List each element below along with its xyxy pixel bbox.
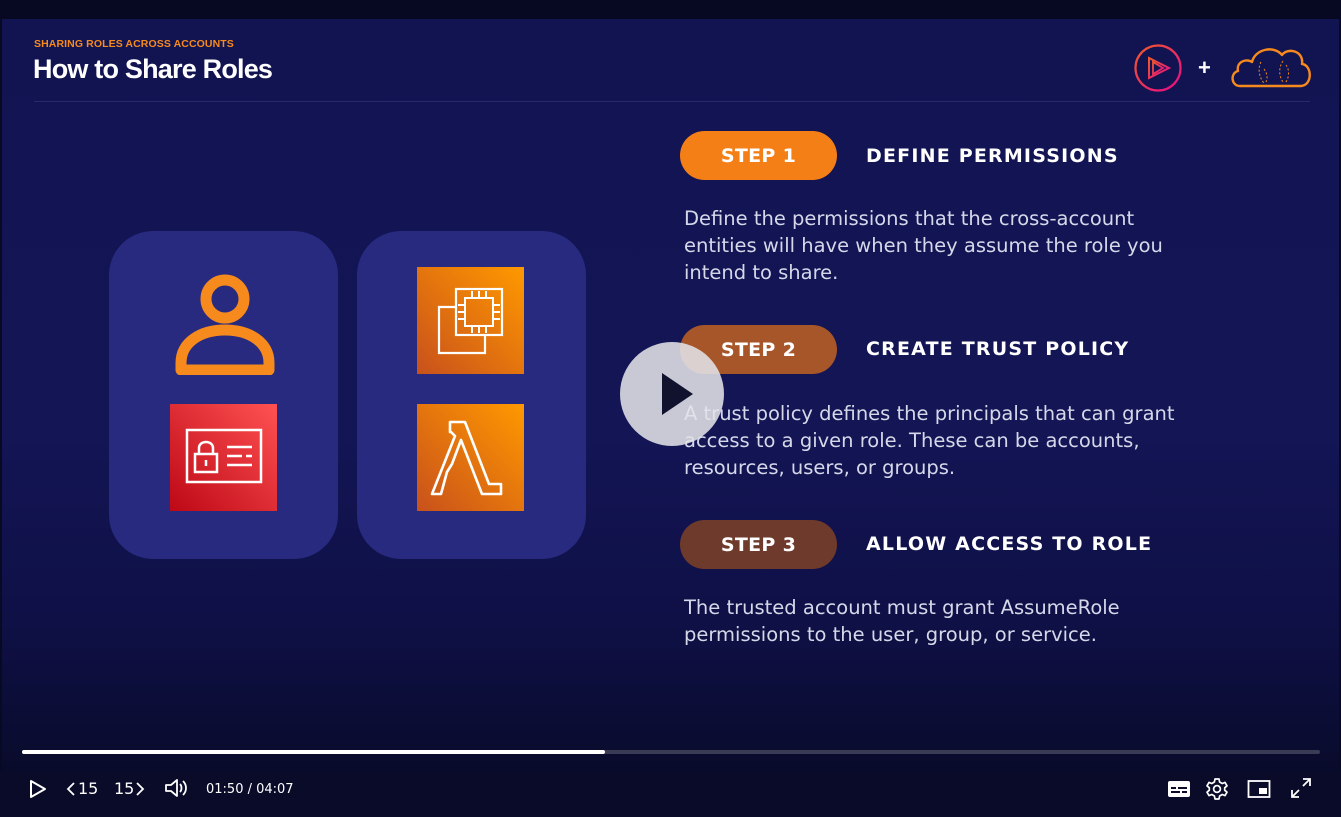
user-icon [171,267,279,379]
skip-forward-button[interactable]: 15 [114,778,148,800]
play-icon [30,780,46,798]
title-divider [34,101,1310,102]
step-1-pill: STEP 1 [680,131,837,180]
identity-card-panel [109,231,338,559]
ec2-chip-icon [417,267,525,379]
fullscreen-button[interactable] [1290,777,1312,803]
progress-fill [22,750,605,754]
pluralsight-logo-icon [1132,42,1184,98]
step-2-heading: CREATE TRUST POLICY [866,338,1130,360]
step-3-pill: STEP 3 [680,520,837,569]
captions-button[interactable] [1167,779,1191,803]
skip-forward-label: 15 [114,779,135,798]
captions-icon [1168,781,1190,797]
id-card-lock-icon [170,404,278,516]
cloud-logo-icon [1228,39,1314,95]
play-button[interactable] [28,779,48,803]
settings-button[interactable] [1205,777,1229,805]
big-play-button[interactable] [620,342,724,446]
step-1-heading: DEFINE PERMISSIONS [866,145,1119,167]
skip-back-label: 15 [78,779,99,798]
picture-in-picture-button[interactable] [1247,779,1271,803]
step-1-description: Define the permissions that the cross-ac… [684,207,1163,284]
logo-plus: + [1198,55,1211,80]
top-bar [0,0,1341,19]
progress-bar[interactable] [22,750,1320,754]
fullscreen-icon [1291,778,1311,798]
volume-icon [165,779,187,797]
step-3-description: The trusted account must grant AssumeRol… [684,596,1120,646]
picture-in-picture-icon [1247,780,1271,798]
step-3-heading: ALLOW ACCESS TO ROLE [866,533,1153,555]
slide-kicker: SHARING ROLES ACROSS ACCOUNTS [34,38,234,50]
slide-title: How to Share Roles [33,54,273,84]
time-display: 01:50 / 04:07 [206,782,294,797]
lambda-icon [417,404,525,516]
control-bar: 15 15 01:50 / 04:07 [0,771,1341,817]
settings-icon [1206,778,1228,800]
video-frame[interactable]: SHARING ROLES ACROSS ACCOUNTS How to Sha… [2,19,1339,771]
compute-card-panel [357,231,586,559]
step-2-description: A trust policy defines the principals th… [684,402,1175,479]
skip-forward-icon [136,782,145,796]
play-icon [662,373,693,415]
volume-button[interactable] [164,777,190,803]
skip-back-icon [66,782,75,796]
video-player: SHARING ROLES ACROSS ACCOUNTS How to Sha… [0,0,1341,817]
